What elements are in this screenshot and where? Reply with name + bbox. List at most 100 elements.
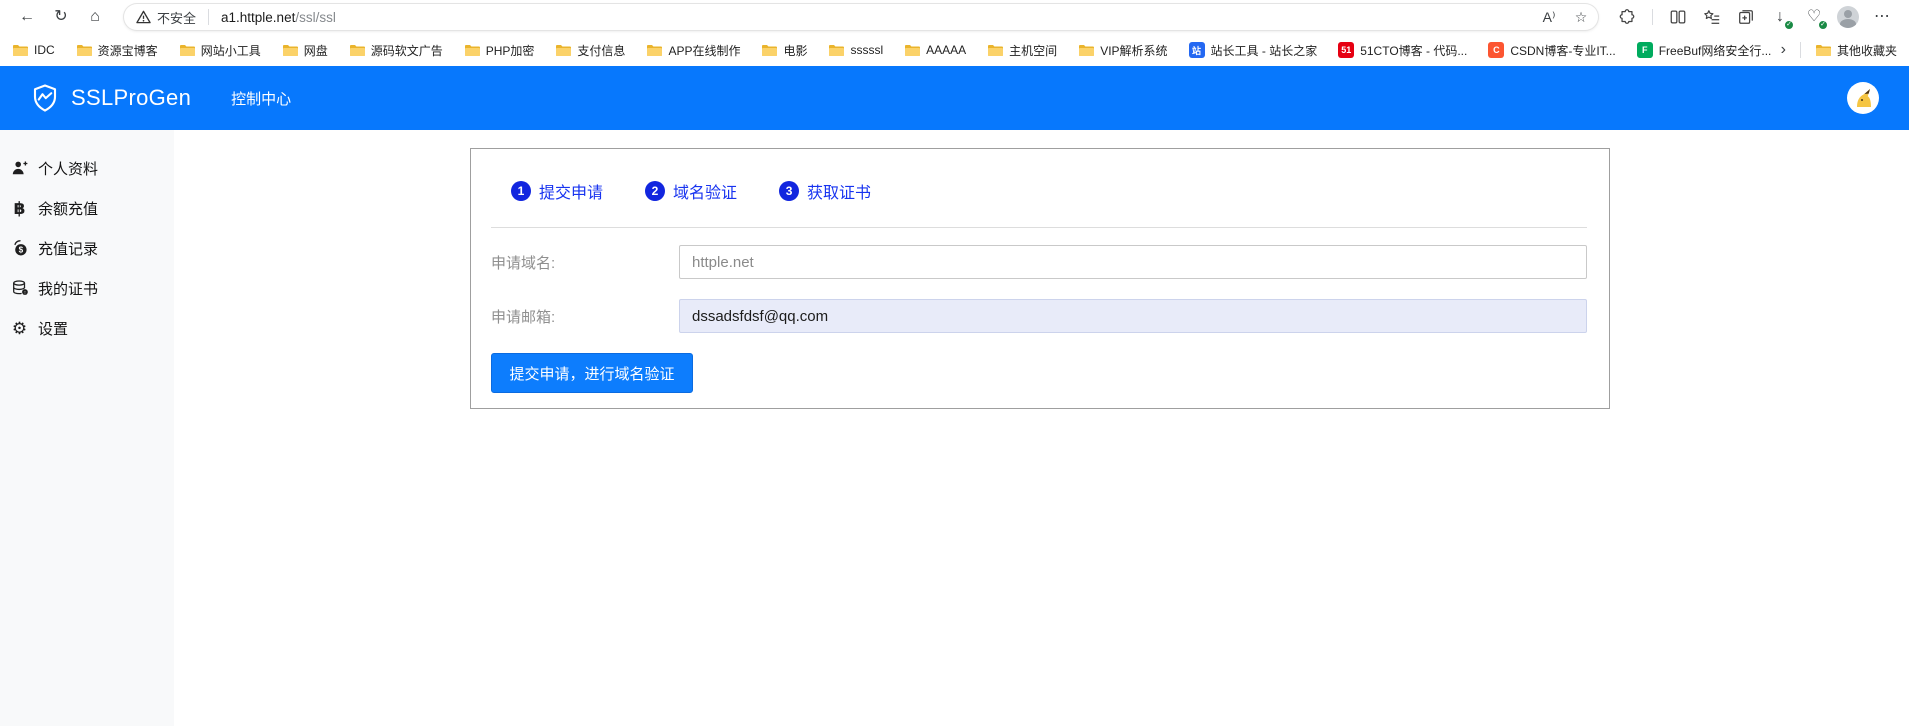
bookmark-label: FreeBuf网络安全行... bbox=[1659, 42, 1772, 59]
security-label[interactable]: 不安全 bbox=[157, 8, 196, 27]
folder-icon bbox=[646, 44, 662, 57]
folder-icon bbox=[12, 44, 28, 57]
user-plus-icon bbox=[10, 159, 29, 177]
extensions-icon[interactable] bbox=[1612, 3, 1642, 31]
main-content: 1 提交申请 2 域名验证 3 获取证书 申请域名: 申请邮箱: bbox=[174, 130, 1909, 726]
bookmark-item[interactable]: 主机空间 bbox=[987, 42, 1057, 59]
site-favicon: C bbox=[1488, 42, 1504, 58]
bookmark-item[interactable]: FFreeBuf网络安全行... bbox=[1637, 42, 1772, 59]
step-label: 提交申请 bbox=[539, 179, 603, 203]
downloads-icon[interactable]: ↓ ✓ bbox=[1765, 3, 1795, 31]
bookmark-item[interactable]: 电影 bbox=[761, 42, 807, 59]
bookmark-label: IDC bbox=[34, 43, 55, 57]
bookmark-label: 站长工具 - 站长之家 bbox=[1211, 42, 1318, 59]
sidebar-item-certificates[interactable]: ↑ 我的证书 bbox=[0, 268, 174, 308]
step-domain-verification[interactable]: 2 域名验证 bbox=[645, 179, 737, 203]
back-icon[interactable]: ← bbox=[12, 3, 42, 31]
bookmark-item[interactable]: VIP解析系统 bbox=[1078, 42, 1167, 59]
nav-control-center[interactable]: 控制中心 bbox=[231, 88, 291, 109]
collections-add-icon[interactable] bbox=[1731, 3, 1761, 31]
bookmark-item[interactable]: 源码软文广告 bbox=[349, 42, 443, 59]
bookmark-label: 主机空间 bbox=[1009, 42, 1057, 59]
bookmark-item[interactable]: 网盘 bbox=[282, 42, 328, 59]
folder-icon bbox=[179, 44, 195, 57]
other-favorites-label: 其他收藏夹 bbox=[1837, 42, 1897, 59]
site-header: SSLProGen 控制中心 bbox=[0, 66, 1909, 130]
home-icon[interactable]: ⌂ bbox=[80, 3, 110, 31]
browser-essentials-icon[interactable]: ♡ ✓ bbox=[1799, 3, 1829, 31]
step-number-badge: 2 bbox=[645, 181, 665, 201]
site-favicon: 站 bbox=[1189, 42, 1205, 58]
bookmark-item[interactable]: PHP加密 bbox=[464, 42, 535, 59]
bookmark-item[interactable]: 支付信息 bbox=[555, 42, 625, 59]
step-label: 获取证书 bbox=[807, 179, 871, 203]
bookmark-label: sssssl bbox=[850, 43, 883, 57]
address-bar[interactable]: 不安全 a1.httple.net/ssl/ssl A⁾ ☆ bbox=[124, 4, 1598, 30]
bookmark-item[interactable]: 站站长工具 - 站长之家 bbox=[1189, 42, 1318, 59]
svg-text:↑: ↑ bbox=[23, 291, 25, 296]
sidebar-item-label: 充值记录 bbox=[38, 238, 98, 259]
sidebar-item-label: 余额充值 bbox=[38, 198, 98, 219]
bookmark-item[interactable]: 资源宝博客 bbox=[76, 42, 158, 59]
security-warning-icon[interactable] bbox=[136, 10, 151, 24]
bookmark-item[interactable]: AAAAA bbox=[904, 43, 966, 57]
url-path[interactable]: /ssl/ssl bbox=[295, 10, 336, 25]
sidebar-item-recharge-records[interactable]: $ 充值记录 bbox=[0, 228, 174, 268]
bookmark-label: 51CTO博客 - 代码... bbox=[1360, 42, 1467, 59]
form-row-email: 申请邮箱: bbox=[491, 299, 1587, 333]
toolbar-divider bbox=[1652, 9, 1653, 25]
browser-toolbar: ← ↻ ⌂ 不安全 a1.httple.net/ssl/ssl A⁾ ☆ ↓ ✓… bbox=[0, 0, 1909, 34]
refresh-icon[interactable]: ↻ bbox=[46, 3, 76, 31]
bookmark-item[interactable]: C CSDN博客-专业IT... bbox=[1488, 42, 1615, 59]
bookmarks-overflow-chevron[interactable]: › bbox=[1773, 41, 1794, 59]
gear-icon: ⚙ bbox=[10, 320, 29, 337]
other-favorites-folder[interactable]: 其他收藏夹 bbox=[1815, 42, 1897, 59]
folder-icon bbox=[1815, 44, 1831, 57]
certificates-database-icon: ↑ bbox=[10, 279, 29, 297]
read-aloud-icon[interactable]: A⁾ bbox=[1536, 5, 1562, 29]
domain-input[interactable] bbox=[679, 245, 1587, 279]
page-body: 个人资料 ฿ 余额充值 $ 充值记录 ↑ 我的证书 ⚙ 设置 1 bbox=[0, 130, 1909, 726]
brand-name: SSLProGen bbox=[71, 85, 191, 111]
bookmark-item[interactable]: APP在线制作 bbox=[646, 42, 740, 59]
url-text[interactable]: a1.httple.net/ssl/ssl bbox=[221, 10, 1530, 25]
folder-icon bbox=[555, 44, 571, 57]
favorites-list-icon[interactable] bbox=[1697, 3, 1727, 31]
split-screen-icon[interactable] bbox=[1663, 3, 1693, 31]
bookmark-item[interactable]: sssssl bbox=[828, 43, 883, 57]
submit-application-button[interactable]: 提交申请，进行域名验证 bbox=[491, 353, 693, 393]
profile-avatar-icon[interactable] bbox=[1833, 3, 1863, 31]
step-number-badge: 1 bbox=[511, 181, 531, 201]
bookmark-label: 网站小工具 bbox=[201, 42, 261, 59]
sidebar-item-settings[interactable]: ⚙ 设置 bbox=[0, 308, 174, 348]
bitcoin-icon: ฿ bbox=[10, 200, 29, 217]
bookmarks-list: IDC 资源宝博客 网站小工具 网盘 源码软文广告 PHP加密 支付信息 APP在线制作 电影 s… bbox=[12, 42, 1773, 59]
folder-icon bbox=[349, 44, 365, 57]
sidebar-item-profile[interactable]: 个人资料 bbox=[0, 148, 174, 188]
bookmark-label: 网盘 bbox=[304, 42, 328, 59]
sidebar-item-recharge[interactable]: ฿ 余额充值 bbox=[0, 188, 174, 228]
bookmark-label: 电影 bbox=[783, 42, 807, 59]
email-input[interactable] bbox=[679, 299, 1587, 333]
step-get-certificate[interactable]: 3 获取证书 bbox=[779, 179, 871, 203]
bookmark-label: AAAAA bbox=[926, 43, 966, 57]
more-menu-icon[interactable]: ⋯ bbox=[1867, 3, 1897, 31]
steps-divider bbox=[491, 227, 1587, 228]
sidebar-item-label: 个人资料 bbox=[38, 158, 98, 179]
bookmark-label: 支付信息 bbox=[577, 42, 625, 59]
bookmark-item[interactable]: IDC bbox=[12, 43, 55, 57]
bookmark-item[interactable]: 51 51CTO博客 - 代码... bbox=[1338, 42, 1467, 59]
site-favicon: 51 bbox=[1338, 42, 1354, 58]
brand-logo[interactable]: SSLProGen bbox=[30, 83, 191, 113]
user-avatar[interactable] bbox=[1847, 82, 1879, 114]
folder-icon bbox=[1078, 44, 1094, 57]
bookmarks-bar: IDC 资源宝博客 网站小工具 网盘 源码软文广告 PHP加密 支付信息 APP在线制作 电影 s… bbox=[0, 34, 1909, 66]
bookmark-label: APP在线制作 bbox=[668, 42, 740, 59]
form-row-domain: 申请域名: bbox=[491, 245, 1587, 279]
step-submit-application[interactable]: 1 提交申请 bbox=[511, 179, 603, 203]
favorite-star-icon[interactable]: ☆ bbox=[1568, 5, 1594, 29]
bookmark-item[interactable]: 网站小工具 bbox=[179, 42, 261, 59]
bookmark-label: CSDN博客-专业IT... bbox=[1510, 42, 1615, 59]
url-host[interactable]: a1.httple.net bbox=[221, 10, 295, 25]
folder-icon bbox=[904, 44, 920, 57]
